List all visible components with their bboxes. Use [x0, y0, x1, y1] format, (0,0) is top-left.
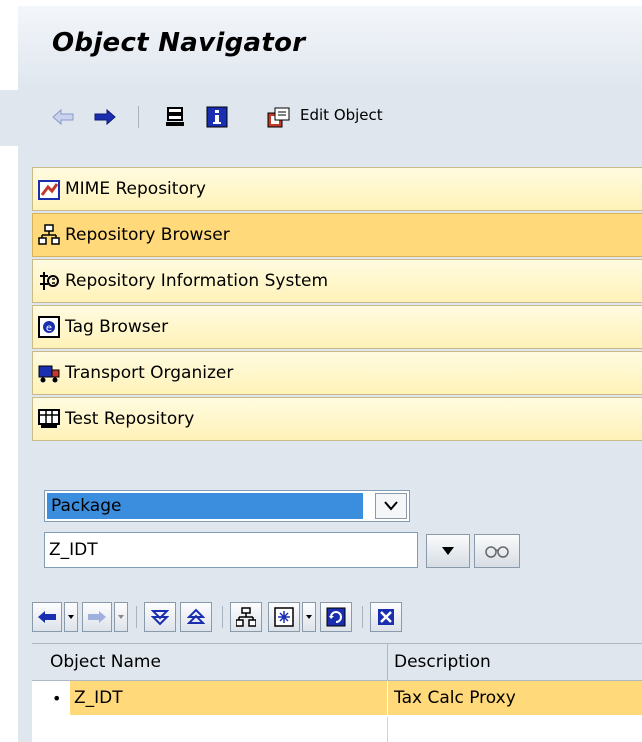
nav-item-repository-information-system[interactable]: Repository Information System [32, 259, 642, 303]
column-header-description[interactable]: Description [394, 652, 491, 672]
select-layout-button[interactable] [268, 602, 300, 632]
nav-item-label: Transport Organizer [65, 363, 234, 383]
hierarchy-icon[interactable] [162, 104, 188, 130]
tree-empty-area [32, 717, 642, 742]
nav-item-tag-browser[interactable]: e Tag Browser [32, 305, 642, 349]
mime-repository-icon [37, 177, 61, 201]
toolbar-separator [136, 606, 137, 628]
tree-toolbar [32, 602, 642, 636]
nav-item-label: MIME Repository [65, 179, 206, 199]
nav-item-label: Repository Browser [65, 225, 230, 245]
edit-object-button[interactable]: Edit Object [300, 106, 383, 124]
test-repository-icon [37, 407, 61, 431]
expand-icon [151, 610, 169, 626]
tag-browser-icon: e [37, 315, 61, 339]
left-edge-strip [0, 146, 18, 742]
back-arrow-icon[interactable] [50, 104, 76, 130]
row-object-name[interactable]: Z_IDT [70, 681, 387, 715]
tree-node-bullet: • [52, 689, 62, 708]
previous-object-menu[interactable] [64, 602, 78, 632]
hierarchy-icon [236, 607, 256, 627]
dropdown-triangle-button[interactable] [426, 534, 470, 568]
application-toolbar: Edit Object [0, 90, 642, 146]
select-layout-menu[interactable] [302, 602, 316, 632]
column-divider [387, 717, 388, 742]
refresh-button[interactable] [320, 602, 352, 632]
nav-item-label: Repository Information System [65, 271, 329, 291]
toolbar-separator [362, 606, 363, 628]
next-object-button[interactable] [82, 602, 112, 632]
nav-item-test-repository[interactable]: Test Repository [32, 397, 642, 441]
nav-item-label: Test Repository [65, 409, 195, 429]
collapse-icon [187, 608, 205, 624]
expand-all-button[interactable] [144, 602, 176, 632]
table-row[interactable]: • Z_IDT Tax Calc Proxy [32, 681, 642, 717]
toolbar-separator [138, 106, 139, 128]
previous-object-button[interactable] [32, 602, 62, 632]
display-button[interactable] [474, 534, 520, 568]
glasses-icon [485, 546, 509, 558]
close-icon [378, 609, 394, 625]
refresh-icon [326, 607, 346, 627]
column-header-object-name[interactable]: Object Name [50, 652, 161, 672]
nav-item-mime-repository[interactable]: MIME Repository [32, 167, 642, 211]
back-arrow-icon [38, 611, 56, 623]
transport-organizer-icon [37, 361, 61, 385]
triangle-down-icon [442, 547, 454, 555]
close-tree-button[interactable] [370, 602, 402, 632]
chevron-down-icon [68, 615, 74, 619]
tree-column-header: Object Name Description [32, 643, 642, 682]
package-name-input[interactable]: Z_IDT [44, 532, 418, 568]
object-type-selected-value: Package [47, 493, 363, 519]
nav-item-repository-browser[interactable]: Repository Browser [32, 213, 642, 257]
chevron-down-icon[interactable] [375, 493, 407, 519]
page-title: Object Navigator [52, 28, 306, 58]
toolbar-separator [222, 606, 223, 628]
navigator-list: MIME Repository Repository Browser Repos… [32, 167, 642, 443]
column-divider[interactable] [387, 644, 388, 682]
settings-grid-icon [274, 607, 294, 627]
row-description[interactable]: Tax Calc Proxy [388, 681, 642, 715]
title-bar-left-edge [0, 6, 18, 90]
repository-info-system-icon [37, 269, 61, 293]
chevron-down-icon [118, 615, 124, 619]
chevron-down-icon [306, 615, 312, 619]
collapse-all-button[interactable] [180, 602, 212, 632]
repository-browser-icon [37, 223, 61, 247]
nav-item-label: Tag Browser [65, 317, 169, 337]
forward-arrow-icon [88, 611, 106, 623]
hierarchy-button[interactable] [230, 602, 262, 632]
svg-text:e: e [46, 323, 52, 334]
info-icon[interactable] [204, 104, 230, 130]
title-bar: Object Navigator [0, 0, 642, 90]
edit-object-icon[interactable] [266, 104, 292, 130]
object-type-dropdown[interactable]: Package [44, 490, 410, 522]
nav-item-transport-organizer[interactable]: Transport Organizer [32, 351, 642, 395]
next-object-menu[interactable] [114, 602, 128, 632]
forward-arrow-icon[interactable] [92, 104, 118, 130]
